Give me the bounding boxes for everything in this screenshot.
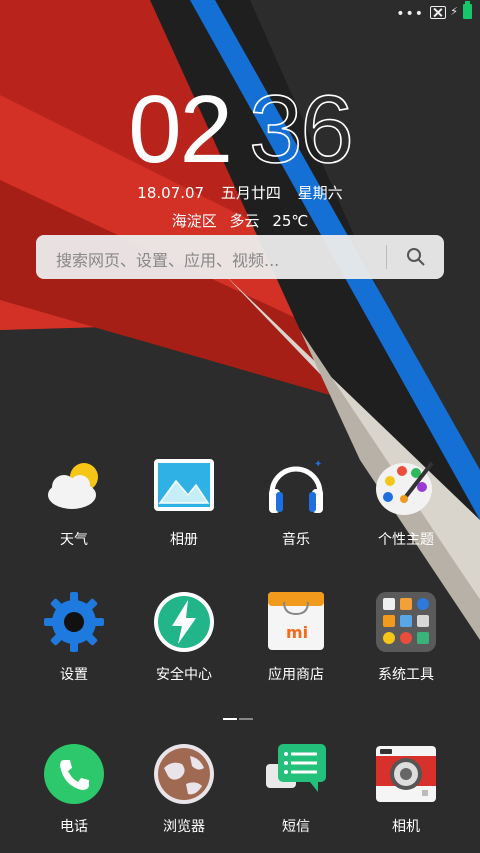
- app-system-tools-folder[interactable]: 系统工具: [356, 590, 456, 684]
- search-icon[interactable]: [406, 247, 426, 267]
- app-music[interactable]: ✦ 音乐: [246, 455, 346, 549]
- status-bar: ••• ⚡: [0, 0, 480, 26]
- battery-icon: [463, 1, 472, 19]
- more-dots-icon: •••: [396, 6, 424, 22]
- settings-icon: [44, 592, 104, 652]
- camera-icon: [376, 746, 436, 802]
- page-dot-active: [223, 718, 237, 720]
- app-settings[interactable]: 设置: [24, 590, 124, 684]
- weather-text: 多云: [229, 212, 260, 230]
- browser-icon: [154, 744, 214, 804]
- page-dot: [239, 718, 253, 720]
- weather-line[interactable]: 海淀区 多云 25℃: [0, 210, 480, 231]
- date-line: 18.07.07 五月廿四 星期六: [0, 182, 480, 203]
- svg-text:✦: ✦: [314, 459, 322, 470]
- dock-browser[interactable]: 浏览器: [134, 742, 234, 836]
- app-label: 短信: [282, 819, 310, 835]
- phone-icon: [44, 744, 104, 804]
- app-label: 应用商店: [268, 667, 324, 683]
- search-divider: [386, 245, 387, 269]
- search-bar[interactable]: 搜索网页、设置、应用、视频...: [36, 235, 444, 279]
- app-label: 安全中心: [156, 667, 212, 683]
- messages-icon: [266, 744, 326, 792]
- weekday-text: 星期六: [297, 184, 343, 202]
- themes-icon: [376, 461, 434, 515]
- app-label: 相册: [170, 532, 198, 548]
- date-text: 18.07.07: [137, 184, 205, 202]
- clock-hours: 02: [128, 76, 233, 183]
- no-sim-icon: [430, 6, 446, 19]
- app-security[interactable]: 安全中心: [134, 590, 234, 684]
- app-label: 音乐: [282, 532, 310, 548]
- app-weather[interactable]: 天气: [24, 455, 124, 549]
- location-text: 海淀区: [171, 212, 217, 230]
- app-label: 系统工具: [378, 667, 434, 683]
- app-store-icon: mi: [268, 592, 324, 650]
- temperature-text: 25℃: [272, 212, 309, 230]
- search-placeholder: 搜索网页、设置、应用、视频...: [56, 251, 280, 270]
- weather-icon: [48, 463, 98, 509]
- app-gallery[interactable]: 相册: [134, 455, 234, 549]
- dock-camera[interactable]: 相机: [356, 742, 456, 836]
- dock-phone[interactable]: 电话: [24, 742, 124, 836]
- dock-messages[interactable]: 短信: [246, 742, 346, 836]
- page-indicator[interactable]: [223, 705, 255, 724]
- charging-icon: ⚡: [450, 5, 458, 18]
- app-store[interactable]: mi 应用商店: [246, 590, 346, 684]
- app-label: 设置: [60, 667, 88, 683]
- app-label: 电话: [60, 819, 88, 835]
- app-label: 浏览器: [163, 819, 205, 835]
- gallery-icon: [154, 459, 214, 511]
- clock-widget[interactable]: 02 36: [0, 76, 480, 183]
- app-themes[interactable]: 个性主题: [356, 455, 456, 549]
- app-label: 相机: [392, 819, 420, 835]
- app-label: 个性主题: [378, 532, 434, 548]
- system-tools-folder-icon: [376, 592, 436, 652]
- music-icon: ✦: [269, 459, 323, 513]
- lunar-date-text: 五月廿四: [220, 184, 281, 202]
- clock-minutes: 36: [248, 76, 354, 183]
- svg-text:mi: mi: [286, 623, 308, 642]
- security-icon: [154, 592, 214, 652]
- app-label: 天气: [60, 532, 88, 548]
